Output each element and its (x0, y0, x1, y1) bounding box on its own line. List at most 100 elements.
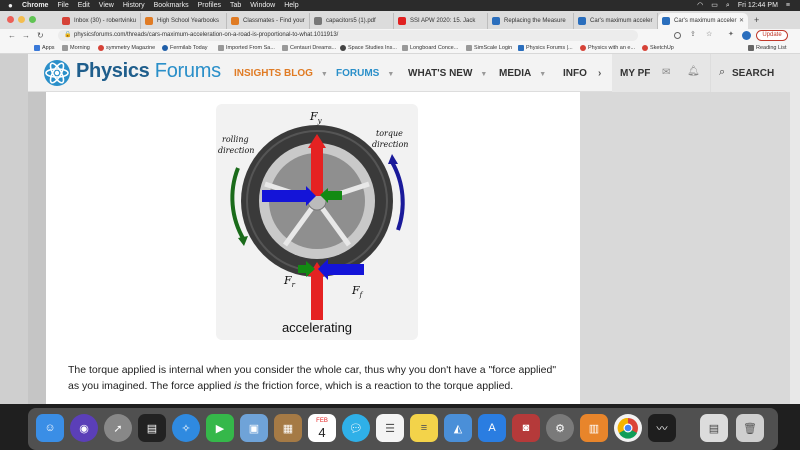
close-window-button[interactable] (7, 16, 14, 23)
wifi-icon[interactable]: ◠ (697, 0, 703, 11)
notes-icon[interactable]: ≡ (410, 414, 438, 442)
menu-tab[interactable]: Tab (230, 0, 241, 11)
bookmark-centauri[interactable]: Centauri Dreams... (282, 42, 336, 54)
activity-monitor-icon[interactable]: ▤ (138, 414, 166, 442)
site-header: Physics Forums INSIGHTS BLOG ▼ FORUMS ▼ WH… (28, 54, 790, 92)
reading-list-button[interactable]: Reading List (748, 42, 787, 54)
bookmark-sketchup[interactable]: SketchUp (642, 42, 674, 54)
safari-icon[interactable]: ✧ (172, 414, 200, 442)
bookmark-longboard[interactable]: Longboard Conce... (402, 42, 458, 54)
calendar-icon[interactable]: FEB 4 (308, 414, 336, 442)
share-icon[interactable]: ⇪ (690, 30, 696, 38)
menu-history[interactable]: History (123, 0, 145, 11)
url-bar[interactable]: 🔒 physicsforums.com/threads/cars-maximum… (58, 30, 638, 41)
chrome-icon[interactable] (614, 414, 642, 442)
tab-cars-max-1[interactable]: Car's maximum acceler (574, 13, 658, 29)
tab-inbox[interactable]: Inbox (30) - robertvinku (58, 13, 141, 29)
bookmark-symmetry[interactable]: symmetry Magazine (98, 42, 155, 54)
menu-chrome[interactable]: Chrome (22, 0, 48, 11)
app-store-icon[interactable]: A (478, 414, 506, 442)
bookmark-space-studies[interactable]: Space Studies Ins... (340, 42, 397, 54)
bookmark-star-icon[interactable]: ☆ (706, 30, 712, 38)
site-logo[interactable]: Physics Forums (76, 60, 221, 83)
tab-label: capacitors5 (1).pdf (326, 18, 376, 24)
menu-view[interactable]: View (99, 0, 114, 11)
nav-forums[interactable]: FORUMS ▼ (336, 68, 394, 79)
menu-bookmarks[interactable]: Bookmarks (154, 0, 189, 11)
notebook-icon[interactable]: ▦ (274, 414, 302, 442)
apple-icon[interactable]: ● (8, 0, 13, 11)
atom-logo-icon[interactable] (42, 58, 72, 88)
trash-icon[interactable]: 🗑︎ (736, 414, 764, 442)
label-ff: Ff (351, 284, 364, 299)
bookmark-simscale[interactable]: SimScale Login (466, 42, 512, 54)
post-line-1: The torque applied is internal when you … (68, 364, 557, 376)
tab-pdf[interactable]: capacitors5 (1).pdf (310, 13, 394, 29)
siri-icon[interactable]: ◉ (70, 414, 98, 442)
tab-replacing[interactable]: Replacing the Measure (488, 13, 574, 29)
update-button[interactable]: Update (756, 30, 788, 41)
nav-media[interactable]: MEDIA ▼ (499, 68, 546, 79)
tab-cars-max-active[interactable]: Car's maximum acceler ✕ (658, 13, 748, 29)
minimize-window-button[interactable] (18, 16, 25, 23)
profile-avatar[interactable] (742, 31, 751, 40)
chevron-down-icon: ▼ (387, 71, 395, 78)
tab-youtube[interactable]: SSI APW 2020: 15. Jack (394, 13, 488, 29)
bookmark-imported[interactable]: Imported From Sa... (218, 42, 275, 54)
bell-icon[interactable]: 🔔︎ (687, 66, 700, 77)
stocks-icon[interactable]: 〰 (648, 414, 676, 442)
folder-icon (62, 45, 68, 51)
control-center-icon[interactable]: ≡ (786, 0, 790, 11)
bookmark-physics-with[interactable]: Physics with an e... (580, 42, 635, 54)
bookmark-fermilab[interactable]: Fermilab Today (162, 42, 208, 54)
nav-insights-blog[interactable]: INSIGHTS BLOG ▼ (234, 68, 328, 79)
url-text: physicsforums.com/threads/cars-maximum-a… (74, 32, 339, 38)
forward-icon[interactable]: → (22, 29, 30, 42)
bookmark-morning[interactable]: Morning (62, 42, 90, 54)
launchpad-icon[interactable]: ➚ (104, 414, 132, 442)
reading-list-icon (748, 45, 754, 51)
apps-grid-icon (34, 45, 40, 51)
keynote-icon[interactable]: ◭ (444, 414, 472, 442)
my-pf-button[interactable]: MY PF (620, 68, 650, 79)
photo-booth-icon[interactable]: ◙ (512, 414, 540, 442)
nav-scroll-right-icon[interactable]: › (598, 68, 601, 79)
label-fy: Fy (309, 110, 323, 125)
force-ground-red-shaft (311, 274, 323, 320)
clock[interactable]: Fri 12:44 PM (738, 0, 778, 11)
bookmark-label: Longboard Conce... (410, 45, 459, 51)
system-preferences-icon[interactable]: ⚙ (546, 414, 574, 442)
messages-icon[interactable]: 💬︎ (342, 414, 370, 442)
page-scrollbar[interactable] (790, 54, 800, 404)
menu-file[interactable]: File (57, 0, 68, 11)
back-icon[interactable]: ← (8, 29, 16, 42)
finder-icon[interactable]: ☺ (36, 414, 64, 442)
nav-label: MEDIA (499, 68, 532, 79)
zoom-icon[interactable] (674, 32, 681, 39)
extensions-icon[interactable]: ✦ (728, 30, 734, 38)
tab-classmates[interactable]: Classmates - Find your (227, 13, 310, 29)
nav-info[interactable]: INFO (563, 68, 587, 79)
menu-edit[interactable]: Edit (78, 0, 90, 11)
facetime-icon[interactable]: ▶ (206, 414, 234, 442)
menu-help[interactable]: Help (284, 0, 298, 11)
chevron-down-icon: ▼ (320, 71, 328, 78)
downloads-folder-icon[interactable]: ▤ (700, 414, 728, 442)
reload-icon[interactable]: ↻ (37, 29, 44, 42)
mail-icon[interactable]: ✉ (662, 67, 670, 78)
close-tab-icon[interactable]: ✕ (739, 13, 744, 29)
search-button[interactable]: ⌕ SEARCH (710, 54, 790, 92)
battery-icon[interactable]: ▭ (711, 0, 718, 11)
books-icon[interactable]: ▥ (580, 414, 608, 442)
preview-icon[interactable]: ▣ (240, 414, 268, 442)
tab-yearbooks[interactable]: High School Yearbooks (141, 13, 227, 29)
nav-whats-new[interactable]: WHAT'S NEW ▼ (408, 68, 487, 79)
zoom-window-button[interactable] (29, 16, 36, 23)
search-icon[interactable]: ⌕ (726, 0, 730, 11)
menu-profiles[interactable]: Profiles (198, 0, 221, 11)
new-tab-button[interactable]: + (754, 13, 759, 27)
reminders-icon[interactable]: ☰ (376, 414, 404, 442)
bookmark-physics-forums[interactable]: Physics Forums |... (518, 42, 573, 54)
menu-window[interactable]: Window (250, 0, 275, 11)
bookmark-apps[interactable]: Apps (34, 42, 55, 54)
